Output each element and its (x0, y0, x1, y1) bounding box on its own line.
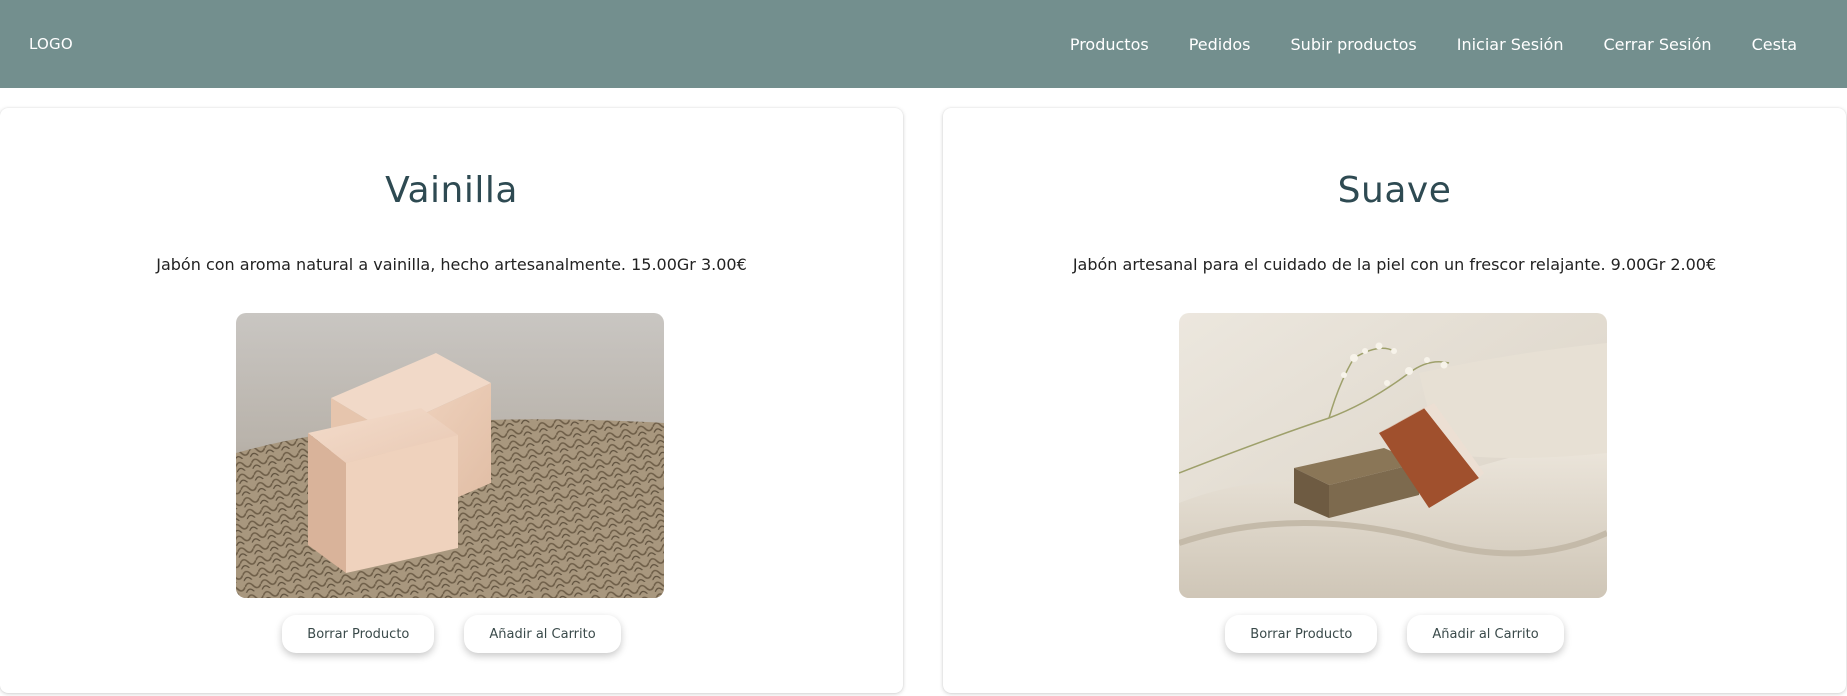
nav-link-cesta[interactable]: Cesta (1752, 35, 1797, 54)
product-card: Suave Jabón artesanal para el cuidado de… (943, 108, 1846, 693)
product-image (1179, 313, 1607, 598)
delete-product-button[interactable]: Borrar Producto (282, 615, 435, 653)
soap-vanilla-image (236, 313, 664, 598)
product-grid: Vainilla Jabón con aroma natural a vaini… (0, 108, 1847, 694)
navbar: LOGO Productos Pedidos Subir productos I… (0, 0, 1847, 88)
soap-suave-image (1179, 313, 1607, 598)
nav-links: Productos Pedidos Subir productos Inicia… (1070, 35, 1797, 54)
logo[interactable]: LOGO (29, 35, 73, 53)
product-image (236, 313, 664, 598)
add-to-cart-button[interactable]: Añadir al Carrito (464, 615, 621, 653)
delete-product-button[interactable]: Borrar Producto (1225, 615, 1378, 653)
product-description: Jabón con aroma natural a vainilla, hech… (156, 255, 747, 274)
nav-link-pedidos[interactable]: Pedidos (1189, 35, 1251, 54)
nav-link-productos[interactable]: Productos (1070, 35, 1149, 54)
product-description: Jabón artesanal para el cuidado de la pi… (1072, 255, 1717, 274)
card-actions: Borrar Producto Añadir al Carrito (0, 615, 903, 653)
product-title: Vainilla (385, 170, 518, 211)
product-title: Suave (1337, 170, 1452, 211)
add-to-cart-button[interactable]: Añadir al Carrito (1407, 615, 1564, 653)
nav-link-subir-productos[interactable]: Subir productos (1291, 35, 1417, 54)
nav-link-cerrar-sesion[interactable]: Cerrar Sesión (1603, 35, 1711, 54)
product-card: Vainilla Jabón con aroma natural a vaini… (0, 108, 903, 693)
card-actions: Borrar Producto Añadir al Carrito (943, 615, 1846, 653)
nav-link-iniciar-sesion[interactable]: Iniciar Sesión (1457, 35, 1564, 54)
